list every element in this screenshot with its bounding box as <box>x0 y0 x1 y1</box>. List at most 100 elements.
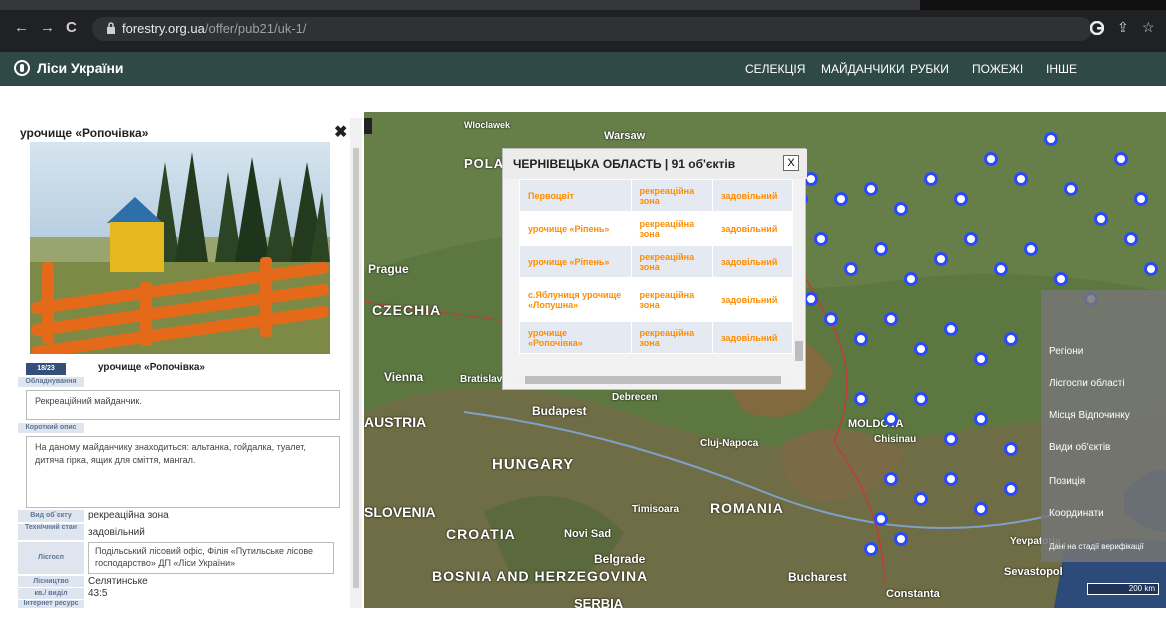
map-marker[interactable] <box>944 472 958 486</box>
map-marker[interactable] <box>1124 232 1138 246</box>
map-marker[interactable] <box>924 172 938 186</box>
row-name: Первоцвіт <box>519 179 632 212</box>
bookmark-star-icon[interactable]: ☆ <box>1142 19 1155 36</box>
layer-coordinates[interactable]: Координати <box>1049 508 1104 519</box>
map-marker[interactable] <box>894 202 908 216</box>
map-marker[interactable] <box>974 412 988 426</box>
map-marker[interactable] <box>1144 262 1158 276</box>
layer-regions[interactable]: Регіони <box>1049 346 1083 357</box>
menu-fires[interactable]: ПОЖЕЖІ <box>972 62 1023 76</box>
layer-recreation-places[interactable]: Місця Відпочинку <box>1049 410 1130 421</box>
type-value: рекреаційна зона <box>88 510 169 521</box>
address-bar[interactable]: forestry.org.ua/offer/pub21/uk-1/ <box>92 17 1092 41</box>
map-marker[interactable] <box>984 152 998 166</box>
map-label-timisoara: Timisoara <box>632 504 680 515</box>
type-row: Вид об`єкту рекреаційна зона <box>18 510 340 522</box>
forward-icon[interactable]: → <box>40 20 55 36</box>
row-state: задовільний <box>712 245 793 278</box>
map-marker[interactable] <box>864 182 878 196</box>
map-marker[interactable] <box>1004 482 1018 496</box>
map-marker[interactable] <box>824 312 838 326</box>
map-marker[interactable] <box>874 242 888 256</box>
layer-forest-enterprises[interactable]: Лісгоспи області <box>1049 378 1125 389</box>
menu-logging[interactable]: РУБКИ <box>910 62 949 76</box>
equipment-textarea[interactable]: Рекреаційний майданчик. <box>26 390 340 420</box>
map-label-bratislava: Bratislava <box>460 374 508 385</box>
map-label-wroclaw-top: Wloclawek <box>464 120 511 130</box>
layer-object-types[interactable]: Види об'єктів <box>1049 442 1110 453</box>
map-marker[interactable] <box>814 232 828 246</box>
popup-vertical-scrollbar[interactable] <box>794 181 804 367</box>
menu-selection[interactable]: СЕЛЕКЦІЯ <box>745 62 805 76</box>
map-marker[interactable] <box>874 512 888 526</box>
forest-textarea[interactable]: Подільський лісовий офіс, Філія «Путильс… <box>88 542 334 574</box>
quarter-label: кв./ виділ <box>18 588 84 599</box>
map-marker[interactable] <box>854 332 868 346</box>
map-label-vienna: Vienna <box>384 370 424 384</box>
map-marker[interactable] <box>1054 272 1068 286</box>
menu-playgrounds[interactable]: МАЙДАНЧИКИ <box>821 62 905 76</box>
map-marker[interactable] <box>1134 192 1148 206</box>
map-marker[interactable] <box>854 392 868 406</box>
verification-note: Дані на стадії верифікації <box>1049 542 1144 551</box>
map-marker[interactable] <box>834 192 848 206</box>
popup-close-button[interactable]: X <box>783 155 799 171</box>
details-scrollbar[interactable] <box>350 118 362 608</box>
map-marker[interactable] <box>1004 442 1018 456</box>
active-tab[interactable] <box>0 0 920 10</box>
map-marker[interactable] <box>894 532 908 546</box>
map-marker[interactable] <box>1024 242 1038 256</box>
map-marker[interactable] <box>884 312 898 326</box>
map-marker[interactable] <box>884 472 898 486</box>
map-marker[interactable] <box>934 252 948 266</box>
reload-icon[interactable]: C <box>66 20 77 36</box>
table-row[interactable]: урочище «Ріпень» рекреаційна зона задові… <box>519 245 793 278</box>
map-zoom-handle[interactable] <box>364 118 372 134</box>
google-icon[interactable] <box>1090 21 1104 35</box>
popup-horizontal-scrollbar[interactable] <box>513 375 793 385</box>
map-marker[interactable] <box>954 192 968 206</box>
map-marker[interactable] <box>1064 182 1078 196</box>
close-icon[interactable]: ✖ <box>334 122 347 142</box>
short-desc-textarea[interactable]: На даному майданчику знаходиться: альтан… <box>26 436 340 508</box>
map-marker[interactable] <box>994 262 1008 276</box>
map-marker[interactable] <box>1114 152 1128 166</box>
map-marker[interactable] <box>1094 212 1108 226</box>
map-label-austria: AUSTRIA <box>364 414 427 430</box>
map-marker[interactable] <box>974 502 988 516</box>
share-icon[interactable]: ⇪ <box>1117 19 1129 36</box>
layer-position[interactable]: Позиція <box>1049 476 1085 487</box>
map-marker[interactable] <box>864 542 878 556</box>
map-marker[interactable] <box>914 492 928 506</box>
row-name: урочище «Ріпень» <box>519 245 632 278</box>
map-marker[interactable] <box>944 322 958 336</box>
map-label-bucharest: Bucharest <box>788 570 847 584</box>
row-name: урочище «Ропочівка» <box>519 321 632 354</box>
map-marker[interactable] <box>884 412 898 426</box>
map-marker[interactable] <box>804 292 818 306</box>
map-marker[interactable] <box>904 272 918 286</box>
menu-other[interactable]: ІНШЕ <box>1046 62 1077 76</box>
forest-label: Лісгосп <box>18 542 84 574</box>
map-marker[interactable] <box>914 392 928 406</box>
row-name: урочище «Ріпень» <box>519 211 632 246</box>
map-marker[interactable] <box>1014 172 1028 186</box>
map-marker[interactable] <box>1004 332 1018 346</box>
table-row[interactable]: урочище «Ріпень» рекреаційна зона задові… <box>519 211 793 246</box>
table-row[interactable]: с.Яблуниця урочище «Лопушна» рекреаційна… <box>519 277 793 322</box>
map-marker[interactable] <box>974 352 988 366</box>
forestry-label: Лісництво <box>18 576 84 587</box>
map-marker[interactable] <box>914 342 928 356</box>
map-marker[interactable] <box>844 262 858 276</box>
map-marker[interactable] <box>1044 132 1058 146</box>
row-type: рекреаційна зона <box>630 245 714 278</box>
map-label-belgrade: Belgrade <box>594 552 646 566</box>
back-icon[interactable]: ← <box>14 20 29 36</box>
site-logo[interactable]: Ліси України <box>14 60 124 76</box>
row-type: рекреаційна зона <box>630 321 714 354</box>
table-row[interactable]: Первоцвіт рекреаційна зона задовільний <box>519 179 793 212</box>
row-name: с.Яблуниця урочище «Лопушна» <box>519 277 632 322</box>
map-marker[interactable] <box>944 432 958 446</box>
map-marker[interactable] <box>964 232 978 246</box>
table-row[interactable]: урочище «Ропочівка» рекреаційна зона зад… <box>519 321 793 354</box>
